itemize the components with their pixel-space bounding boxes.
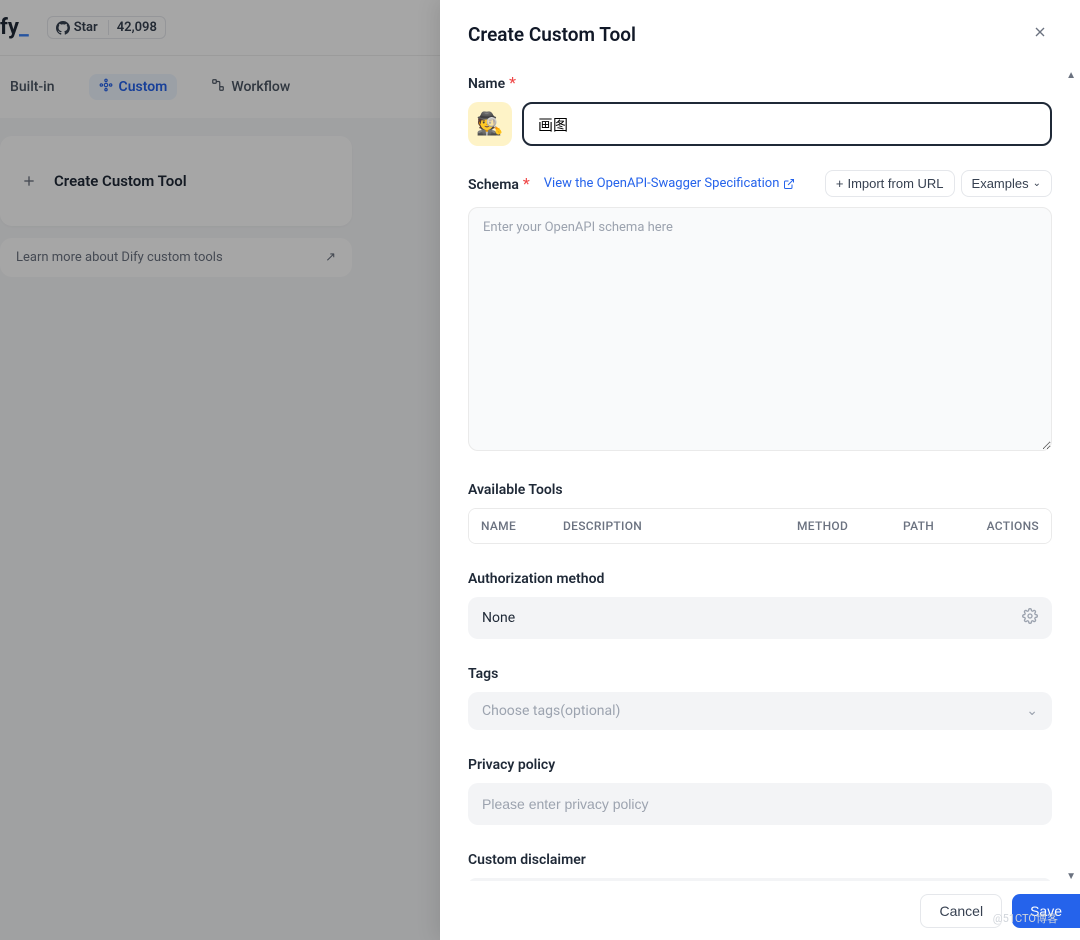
auth-value: None: [482, 610, 515, 626]
tool-name-input[interactable]: [522, 102, 1052, 146]
modal-body: Name* 🕵️ Schema* View the OpenAPI-Swagge…: [440, 65, 1080, 881]
examples-dropdown[interactable]: Examples ⌄: [961, 170, 1052, 197]
chevron-down-icon: ⌄: [1026, 703, 1038, 719]
close-icon: [1032, 24, 1048, 40]
th-description: DESCRIPTION: [563, 519, 797, 533]
disclaimer-field[interactable]: [468, 878, 1052, 881]
modal-header: Create Custom Tool: [440, 0, 1080, 65]
name-section: Name* 🕵️: [468, 73, 1052, 146]
cancel-button[interactable]: Cancel: [920, 894, 1002, 928]
chevron-down-icon: ⌄: [1033, 178, 1041, 189]
modal-footer: Cancel Save: [440, 881, 1080, 940]
scroll-down-indicator: ▼: [1066, 871, 1076, 882]
auth-section: Authorization method None: [468, 568, 1052, 639]
privacy-label: Privacy policy: [468, 757, 555, 773]
required-marker: *: [509, 73, 516, 92]
disclaimer-section: Custom disclaimer: [468, 849, 1052, 881]
schema-section: Schema* View the OpenAPI-Swagger Specifi…: [468, 170, 1052, 455]
close-button[interactable]: [1028, 20, 1052, 49]
name-label: Name: [468, 76, 505, 92]
import-from-url-button[interactable]: + Import from URL: [825, 170, 955, 197]
auth-method-selector[interactable]: None: [468, 597, 1052, 639]
tools-table: NAME DESCRIPTION METHOD PATH ACTIONS: [468, 508, 1052, 544]
auth-label: Authorization method: [468, 571, 604, 587]
th-path: PATH: [903, 519, 975, 533]
watermark: @51CTO博客: [993, 910, 1058, 926]
th-name: NAME: [481, 519, 563, 533]
th-method: METHOD: [797, 519, 903, 533]
openapi-spec-link[interactable]: View the OpenAPI-Swagger Specification: [544, 176, 796, 191]
plus-icon: +: [836, 176, 844, 191]
tags-label: Tags: [468, 666, 498, 682]
modal-title: Create Custom Tool: [468, 23, 636, 46]
th-actions: ACTIONS: [975, 519, 1039, 533]
schema-textarea[interactable]: [468, 207, 1052, 451]
available-tools-label: Available Tools: [468, 482, 563, 498]
external-link-icon: [783, 178, 795, 190]
tags-placeholder: Choose tags(optional): [482, 703, 620, 719]
schema-label: Schema: [468, 177, 519, 193]
emoji-picker[interactable]: 🕵️: [468, 102, 512, 146]
tags-selector[interactable]: Choose tags(optional) ⌄: [468, 692, 1052, 730]
available-tools-section: Available Tools NAME DESCRIPTION METHOD …: [468, 479, 1052, 544]
disclaimer-label: Custom disclaimer: [468, 852, 586, 868]
privacy-section: Privacy policy: [468, 754, 1052, 825]
privacy-policy-input[interactable]: [468, 783, 1052, 825]
create-tool-modal: Create Custom Tool ▲ Name* 🕵️ Schema* Vi…: [440, 0, 1080, 940]
gear-icon: [1022, 608, 1038, 628]
tags-section: Tags Choose tags(optional) ⌄: [468, 663, 1052, 730]
required-marker: *: [523, 174, 530, 193]
